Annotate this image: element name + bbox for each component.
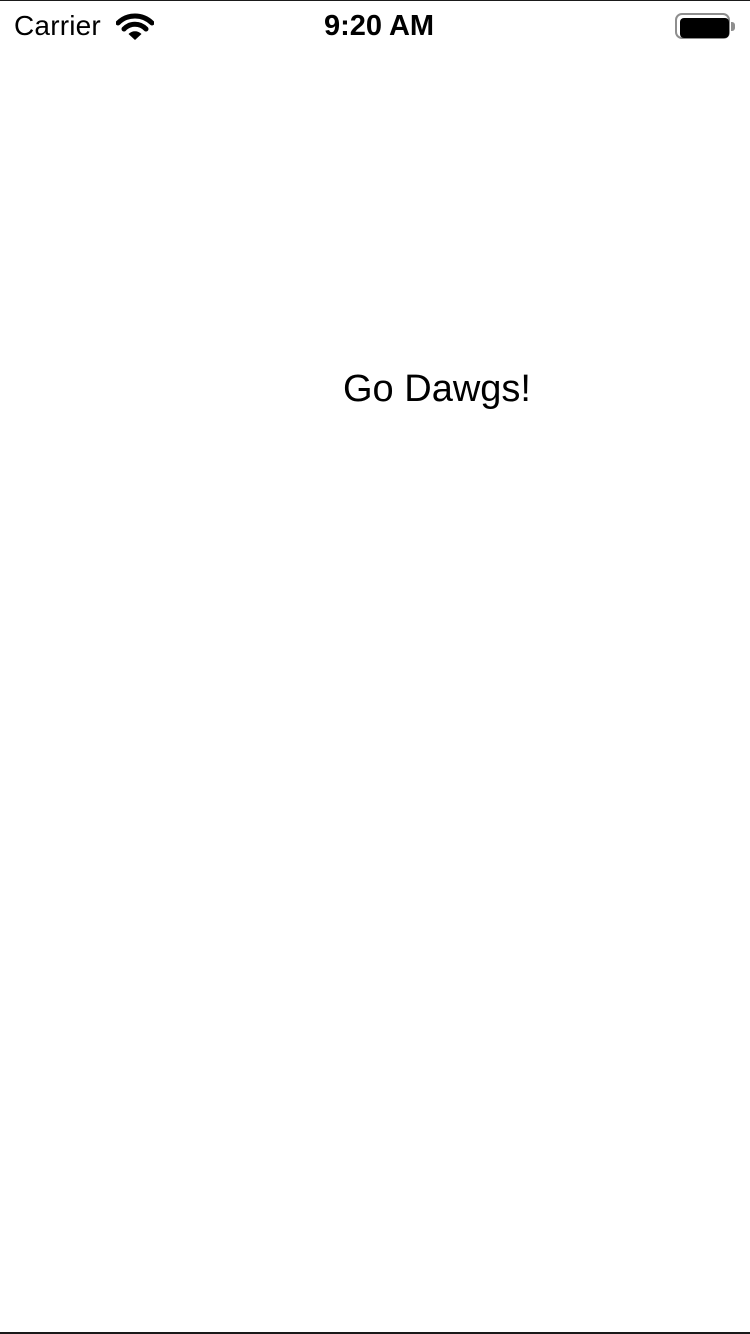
- battery-icon: [675, 13, 737, 41]
- go-dawgs-label: Go Dawgs!: [343, 368, 531, 410]
- battery-level-fill: [680, 18, 729, 38]
- battery-cap: [731, 22, 735, 31]
- app-screen: Carrier 9:20 AM Go Dawgs!: [0, 0, 750, 1334]
- status-bar: Carrier 9:20 AM: [0, 1, 750, 53]
- status-time: 9:20 AM: [323, 10, 435, 42]
- battery-outline: [675, 13, 730, 39]
